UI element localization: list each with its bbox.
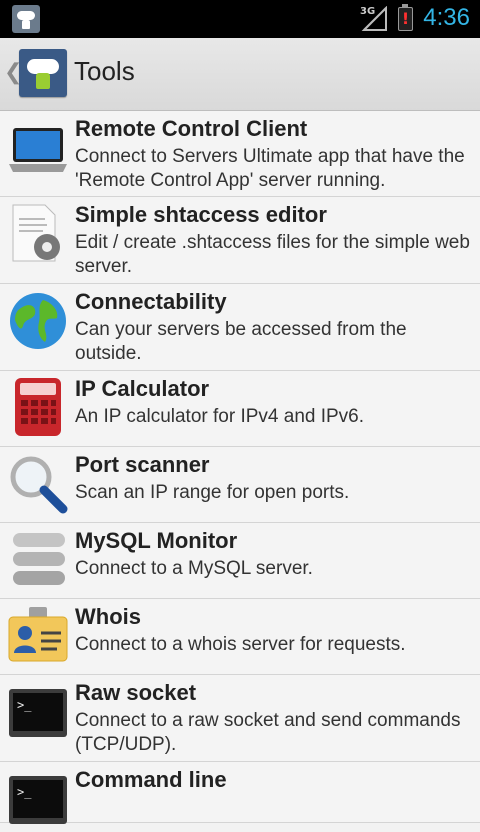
svg-text:>_: >_: [17, 785, 32, 799]
app-notification-icon: [12, 5, 40, 33]
globe-icon: [10, 293, 66, 349]
item-title: Port scanner: [75, 452, 210, 477]
battery-alert-icon: !: [398, 4, 413, 31]
list-item[interactable]: MySQL Monitor Connect to a MySQL server.: [0, 523, 480, 599]
list-item[interactable]: Simple shtaccess editor Edit / create .s…: [0, 197, 480, 284]
item-description: Can your servers be accessed from the ou…: [75, 319, 407, 364]
item-title: Connectability: [75, 289, 227, 314]
list-item[interactable]: Remote Control Client Connect to Servers…: [0, 111, 480, 197]
item-description: Scan an IP range for open ports.: [75, 482, 350, 503]
magnifier-icon: [10, 456, 68, 514]
list-item[interactable]: >_ Command line: [0, 762, 480, 824]
cloud-android-logo[interactable]: [19, 49, 67, 97]
item-title: Simple shtaccess editor: [75, 202, 327, 227]
database-icon: [13, 533, 65, 585]
tools-list: Remote Control Client Connect to Servers…: [0, 111, 480, 824]
item-title: Command line: [75, 767, 227, 792]
item-description: Connect to a raw socket and send command…: [75, 710, 461, 755]
item-description: Connect to Servers Ultimate app that hav…: [75, 146, 465, 191]
id-card-icon: [8, 607, 68, 662]
list-item[interactable]: Whois Connect to a whois server for requ…: [0, 599, 480, 675]
item-title: Remote Control Client: [75, 116, 308, 141]
item-title: IP Calculator: [75, 376, 210, 401]
list-item[interactable]: Connectability Can your servers be acces…: [0, 284, 480, 371]
laptop-icon: [9, 128, 67, 172]
clock: 4:36: [423, 4, 470, 31]
svg-text:>_: >_: [17, 698, 32, 712]
item-description: Connect to a whois server for requests.: [75, 634, 406, 655]
page-title: Tools: [74, 56, 135, 86]
terminal-icon: >_: [9, 776, 67, 824]
terminal-icon: >_: [9, 689, 67, 737]
item-title: MySQL Monitor: [75, 528, 238, 553]
document-gear-icon: [12, 204, 60, 262]
item-description: Connect to a MySQL server.: [75, 558, 313, 579]
item-title: Whois: [75, 604, 141, 629]
status-bar: 3G ! 4:36: [0, 0, 480, 38]
item-description: Edit / create .shtaccess files for the s…: [75, 232, 470, 277]
item-description: An IP calculator for IPv4 and IPv6.: [75, 406, 365, 427]
action-bar: ❮ Tools: [0, 38, 480, 111]
calculator-icon: [15, 378, 61, 436]
signal-icon: [361, 6, 387, 31]
list-item[interactable]: Port scanner Scan an IP range for open p…: [0, 447, 480, 523]
list-item[interactable]: IP Calculator An IP calculator for IPv4 …: [0, 371, 480, 447]
item-title: Raw socket: [75, 680, 197, 705]
list-item[interactable]: >_ Raw socket Connect to a raw socket an…: [0, 675, 480, 762]
